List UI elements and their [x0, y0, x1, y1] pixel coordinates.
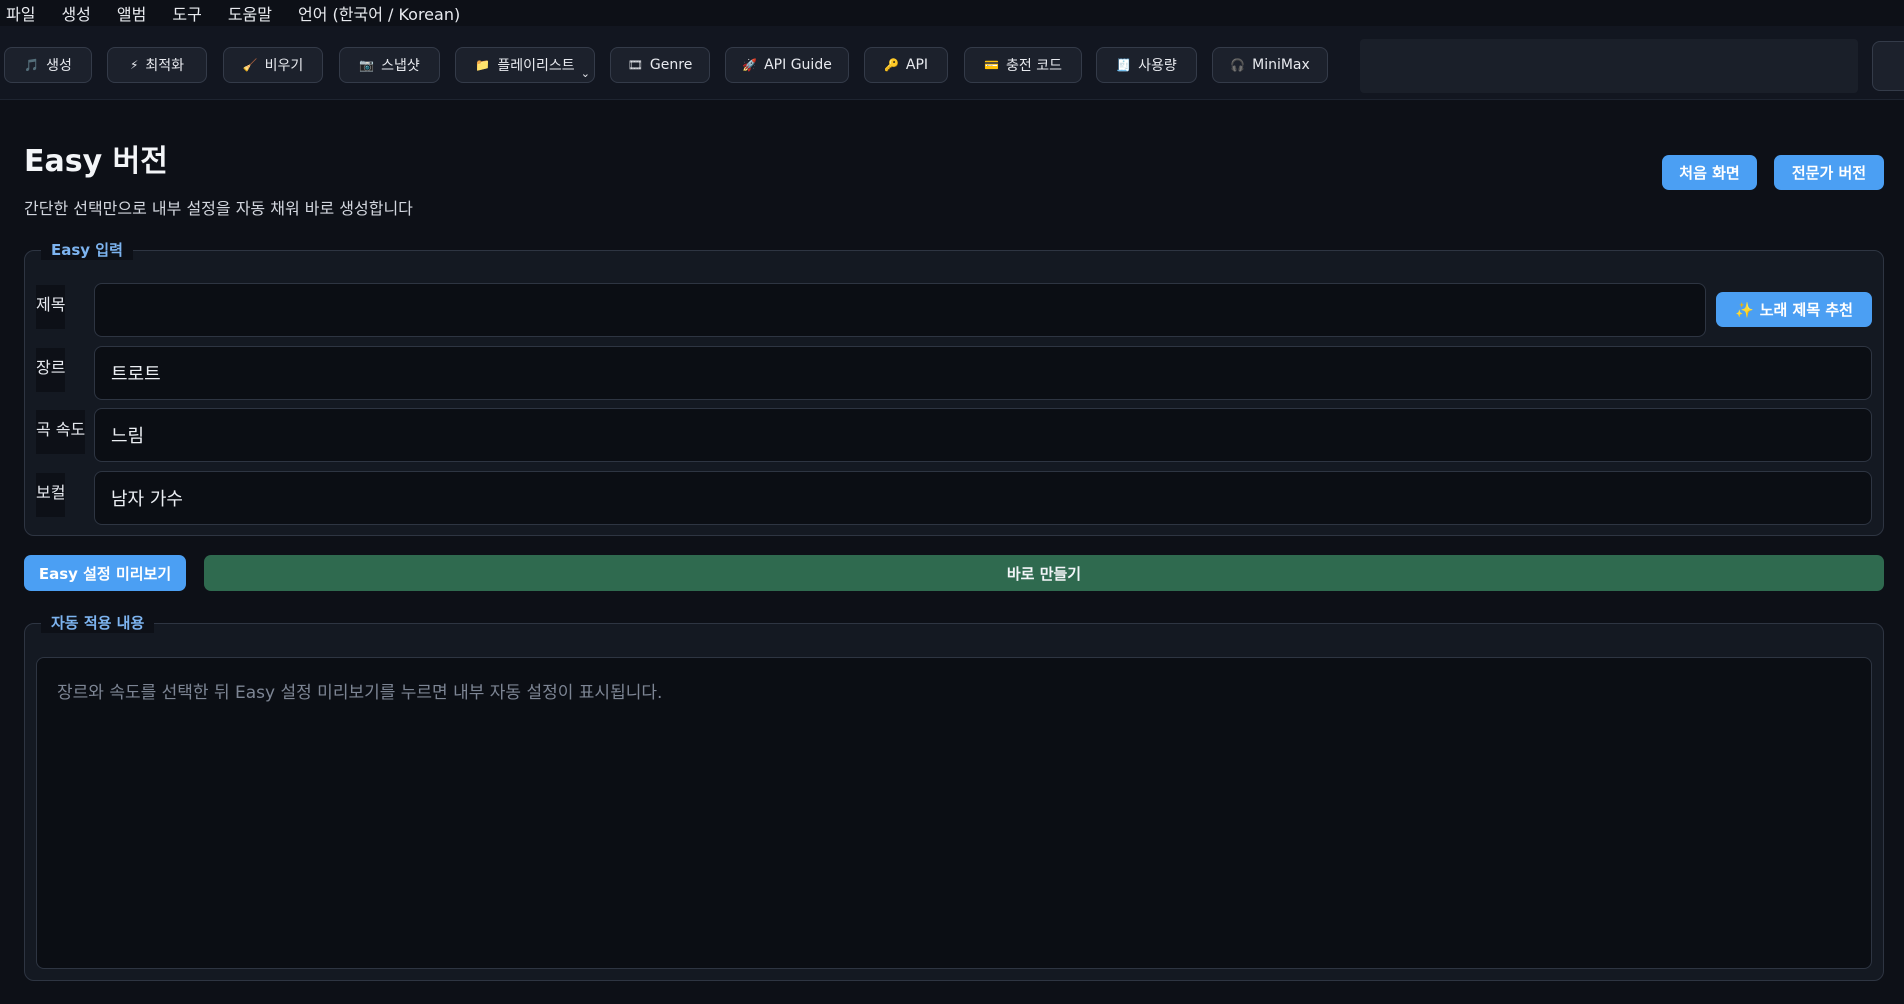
toolbar-api-guide-button[interactable]: 🚀 API Guide [725, 47, 849, 83]
auto-applied-legend: 자동 적용 내용 [41, 612, 155, 633]
make-now-button[interactable]: 바로 만들기 [204, 555, 1884, 591]
folder-icon: 📁 [475, 58, 491, 72]
recommend-title-label: 노래 제목 추천 [1759, 301, 1853, 319]
sparkles-icon: ✨ [1735, 300, 1754, 319]
page-title: Easy 버전 [24, 144, 168, 179]
toolbar: 🎵 생성 ⚡ 최적화 🧹 비우기 📷 스냅샷 📁 플레이리스트 ⌄ 🎞 Genr… [0, 26, 1904, 100]
picture-icon: 🎞 [627, 58, 643, 72]
easy-input-legend: Easy 입력 [41, 239, 133, 260]
toolbar-snapshot-button[interactable]: 📷 스냅샷 [339, 47, 440, 83]
menu-help[interactable]: 도움말 [228, 1, 272, 25]
music-note-icon: 🎵 [24, 58, 40, 72]
easy-preview-button[interactable]: Easy 설정 미리보기 [24, 555, 186, 591]
menu-album[interactable]: 앨범 [117, 1, 146, 25]
toolbar-label: 사용량 [1138, 58, 1177, 74]
rocket-icon: 🚀 [742, 58, 758, 72]
menu-bar: 파일 생성 앨범 도구 도움말 언어 (한국어 / Korean) [0, 0, 1904, 26]
chevron-down-icon: ⌄ [580, 67, 590, 80]
expert-version-button[interactable]: 전문가 버전 [1774, 155, 1884, 190]
menu-generate[interactable]: 생성 [61, 1, 90, 25]
broom-icon: 🧹 [242, 58, 258, 72]
tempo-label: 곡 속도 [36, 410, 86, 454]
genre-select[interactable]: 트로트 [94, 346, 1872, 400]
toolbar-api-button[interactable]: 🔑 API [864, 47, 948, 83]
genre-label: 장르 [36, 348, 66, 392]
recommend-title-button[interactable]: ✨ 노래 제목 추천 [1716, 292, 1872, 327]
title-input[interactable] [94, 283, 1706, 337]
tempo-select[interactable]: 느림 [94, 408, 1872, 462]
auto-applied-textarea[interactable]: 장르와 속도를 선택한 뒤 Easy 설정 미리보기를 누르면 내부 자동 설정… [36, 657, 1872, 969]
camera-icon: 📷 [359, 58, 375, 72]
menu-tools[interactable]: 도구 [172, 1, 201, 25]
toolbar-playlist-dropdown[interactable]: 📁 플레이리스트 ⌄ [455, 47, 595, 83]
home-screen-button[interactable]: 처음 화면 [1662, 155, 1757, 190]
toolbar-label: API [905, 57, 929, 73]
card-icon: 💳 [984, 58, 999, 72]
toolbar-label: API Guide [764, 57, 832, 73]
toolbar-charge-code-button[interactable]: 💳 충전 코드 [964, 47, 1082, 83]
toolbar-overflow-button[interactable] [1872, 41, 1904, 91]
toolbar-minimax-button[interactable]: 🎧 MiniMax [1212, 47, 1328, 83]
page-subtitle: 간단한 선택만으로 내부 설정을 자동 채워 바로 생성합니다 [24, 199, 413, 218]
title-label: 제목 [36, 285, 66, 329]
lightning-icon: ⚡ [129, 58, 139, 72]
toolbar-label: 플레이리스트 [497, 58, 575, 74]
toolbar-clear-button[interactable]: 🧹 비우기 [223, 47, 323, 83]
headphones-icon: 🎧 [1230, 58, 1246, 72]
menu-language[interactable]: 언어 (한국어 / Korean) [298, 1, 460, 25]
toolbar-generate-button[interactable]: 🎵 생성 [4, 47, 92, 83]
toolbar-label: 최적화 [145, 58, 185, 74]
toolbar-label: Genre [649, 57, 693, 73]
menu-file[interactable]: 파일 [6, 1, 35, 25]
receipt-icon: 🧾 [1116, 58, 1132, 72]
toolbar-label: MiniMax [1252, 57, 1310, 73]
key-icon: 🔑 [883, 58, 899, 72]
vocal-select[interactable]: 남자 가수 [94, 471, 1872, 525]
toolbar-genre-button[interactable]: 🎞 Genre [610, 47, 710, 83]
toolbar-optimize-button[interactable]: ⚡ 최적화 [107, 47, 207, 83]
toolbar-label: 생성 [46, 58, 72, 74]
toolbar-empty-area [1360, 39, 1858, 93]
toolbar-label: 비우기 [264, 58, 304, 74]
toolbar-usage-button[interactable]: 🧾 사용량 [1096, 47, 1197, 83]
toolbar-label: 충전 코드 [1005, 58, 1062, 74]
vocal-label: 보컬 [36, 473, 66, 517]
toolbar-label: 스냅샷 [381, 58, 420, 74]
